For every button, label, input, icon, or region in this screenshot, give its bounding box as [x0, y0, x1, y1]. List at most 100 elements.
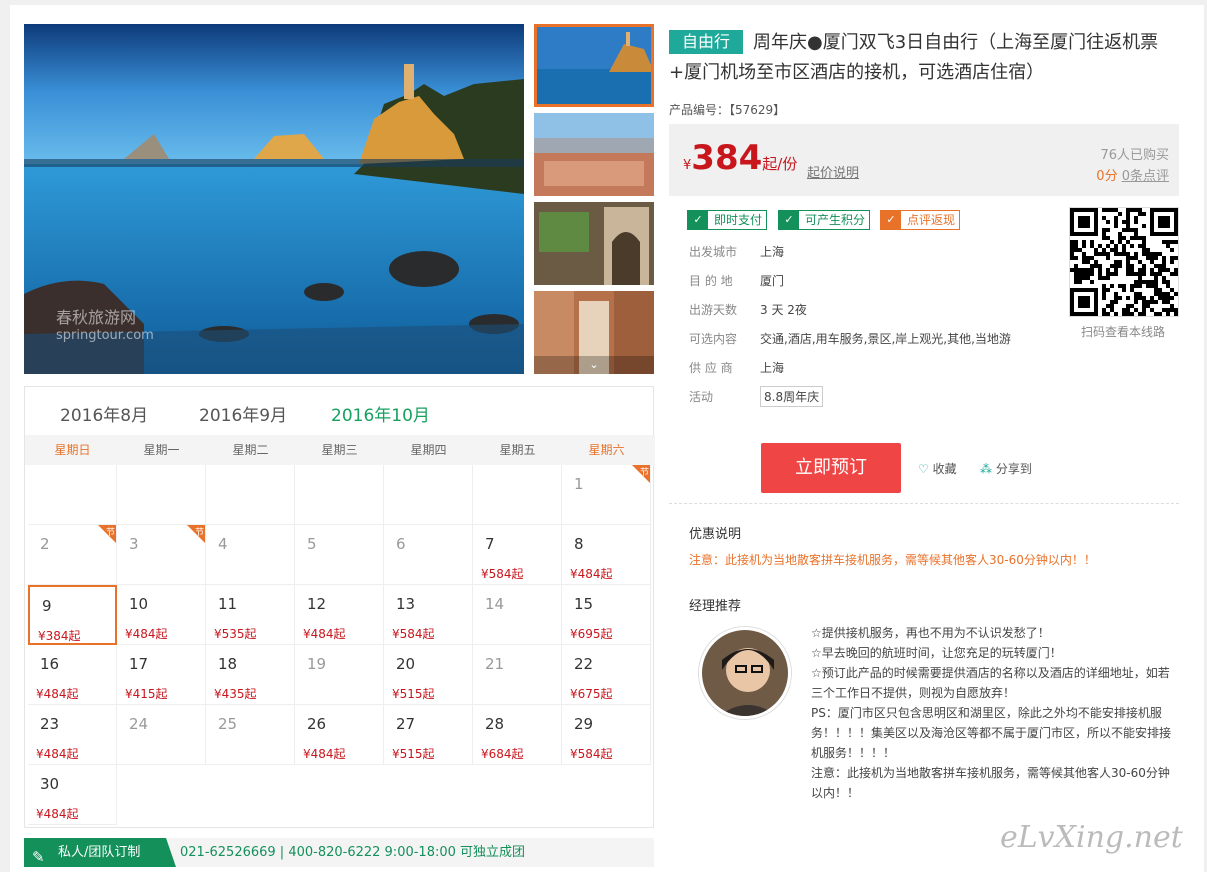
- calendar-day-7[interactable]: 7 ¥584起: [473, 525, 562, 585]
- manager-heading: 经理推荐: [689, 599, 742, 614]
- day-price: ¥384起: [38, 629, 81, 643]
- day-price: ¥484起: [570, 567, 613, 581]
- info-value-departure: 上海: [760, 245, 785, 259]
- price-note-link[interactable]: 起价说明: [807, 162, 859, 181]
- thumbnail-1[interactable]: [534, 24, 654, 107]
- holiday-tag: 节: [632, 465, 650, 483]
- manager-recommendation: ☆提供接机服务，再也不用为不认识发愁了！ ☆早去晚回的航班时间，让您充足的玩转厦…: [811, 623, 1176, 803]
- custom-tour-badge[interactable]: ✎ 私人/团队订制: [24, 838, 176, 867]
- calendar-day-18[interactable]: 18 ¥435起: [206, 645, 295, 705]
- calendar-grid: 1 节 2 节 3 节 4 5 6 7 ¥584起 8 ¥484起 9 ¥384起 10 ¥484起 11 ¥535…: [28, 465, 652, 825]
- share-button[interactable]: ⁂ 分享到: [980, 460, 1032, 477]
- day-number: 29: [574, 715, 594, 733]
- calendar-day-20[interactable]: 20 ¥515起: [384, 645, 473, 705]
- favorite-button[interactable]: ♡ 收藏: [918, 460, 957, 477]
- calendar-day-27[interactable]: 27 ¥515起: [384, 705, 473, 765]
- month-tab-sep[interactable]: 2016年9月: [199, 401, 287, 426]
- calendar-day-29[interactable]: 29 ¥584起: [562, 705, 651, 765]
- calendar-day-23[interactable]: 23 ¥484起: [28, 705, 117, 765]
- calendar-day-21: 21: [473, 645, 562, 705]
- rec-line: ☆预订此产品的时候需要提供酒店的名称以及酒店的详细地址，如若三个工作日不提供，则…: [811, 666, 1170, 700]
- weekday-tue: 星期二: [232, 443, 269, 457]
- day-price: ¥675起: [570, 687, 613, 701]
- qr-caption: 扫码查看本线路: [1081, 325, 1166, 339]
- day-price: ¥435起: [214, 687, 257, 701]
- day-number: 22: [574, 655, 594, 673]
- day-price: ¥484起: [36, 687, 79, 701]
- calendar-day-13[interactable]: 13 ¥584起: [384, 585, 473, 645]
- day-price: ¥584起: [392, 627, 435, 641]
- day-price: ¥484起: [303, 747, 346, 761]
- weekday-thu: 星期四: [410, 443, 447, 457]
- day-price: ¥584起: [570, 747, 613, 761]
- tools-icon: ✎: [32, 848, 45, 866]
- day-price: ¥515起: [392, 747, 435, 761]
- day-number: 6: [396, 535, 406, 553]
- day-number: 8: [574, 535, 584, 553]
- weekday-header: 星期日 星期一 星期二 星期三 星期四 星期五 星期六: [25, 435, 655, 465]
- calendar-day-22[interactable]: 22 ¥675起: [562, 645, 651, 705]
- activity-tag[interactable]: 8.8周年庆: [760, 386, 824, 407]
- badge-points: ✓ 可产生积分: [778, 210, 871, 230]
- price: ¥384起/份: [683, 138, 798, 178]
- day-number: 27: [396, 715, 416, 733]
- rec-line: ☆早去晚回的航班时间，让您充足的玩转厦门！: [811, 646, 1062, 660]
- calendar-day-11[interactable]: 11 ¥535起: [206, 585, 295, 645]
- info-label-supplier: 供 应 商: [689, 361, 733, 375]
- calendar-day-12[interactable]: 12 ¥484起: [295, 585, 384, 645]
- info-label-options: 可选内容: [689, 332, 738, 346]
- info-value-supplier: 上海: [760, 361, 785, 375]
- day-number: 14: [485, 595, 505, 613]
- price-box: ¥384起/份 起价说明 76人已购买 0分 0条点评: [669, 124, 1179, 196]
- thumbnail-3[interactable]: [534, 202, 654, 285]
- day-number: 1: [574, 475, 584, 493]
- main-photo[interactable]: 春秋旅游网 springtour.com: [24, 24, 524, 374]
- calendar-day-8[interactable]: 8 ¥484起: [562, 525, 651, 585]
- month-tab-oct[interactable]: 2016年10月: [331, 401, 430, 426]
- thumbnail-scroll-down-icon[interactable]: ⌄: [534, 356, 654, 374]
- calendar-day-26[interactable]: 26 ¥484起: [295, 705, 384, 765]
- info-value-options: 交通,酒店,用车服务,景区,岸上观光,其他,当地游: [760, 332, 1011, 346]
- info-value-destination: 厦门: [760, 274, 785, 288]
- weekday-sat: 星期六: [588, 443, 625, 457]
- info-label-destination: 目 的 地: [689, 274, 733, 288]
- day-number: 25: [218, 715, 238, 733]
- calendar-day-19: 19: [295, 645, 384, 705]
- thumbnail-2[interactable]: [534, 113, 654, 196]
- calendar-day-15[interactable]: 15 ¥695起: [562, 585, 651, 645]
- day-number: 26: [307, 715, 327, 733]
- info-label-days: 出游天数: [689, 303, 738, 317]
- calendar-day-2: 2节: [28, 525, 117, 585]
- day-price: ¥535起: [214, 627, 257, 641]
- calendar-cell: [117, 465, 206, 525]
- day-price: ¥484起: [36, 807, 79, 821]
- calendar-day-9[interactable]: 9 ¥384起: [28, 585, 117, 645]
- month-tab-aug[interactable]: 2016年8月: [60, 401, 148, 426]
- holiday-tag: 节: [187, 525, 205, 543]
- calendar-cell: [384, 465, 473, 525]
- calendar-day-10[interactable]: 10 ¥484起: [117, 585, 206, 645]
- day-number: 21: [485, 655, 505, 673]
- custom-tour-bar: ✎ 私人/团队订制 021-62526669 | 400-820-6222 9:…: [24, 838, 654, 867]
- weekday-wed: 星期三: [321, 443, 358, 457]
- reviews-link[interactable]: 0条点评: [1122, 169, 1169, 184]
- day-number: 9: [42, 597, 52, 615]
- calendar-day-30[interactable]: 30 ¥484起: [28, 765, 117, 825]
- holiday-tag: 节: [98, 525, 116, 543]
- weekday-sun: 星期日: [54, 443, 91, 457]
- info-value-days: 3 天 2夜: [760, 303, 807, 317]
- info-label-activity: 活动: [689, 390, 714, 404]
- day-number: 13: [396, 595, 416, 613]
- book-now-button[interactable]: 立即预订: [761, 443, 901, 493]
- day-number: 30: [40, 775, 60, 793]
- calendar-cell: [473, 465, 562, 525]
- weekday-mon: 星期一: [143, 443, 180, 457]
- day-number: 15: [574, 595, 594, 613]
- calendar-day-17[interactable]: 17 ¥415起: [117, 645, 206, 705]
- badge-instant-pay: ✓ 即时支付: [687, 210, 768, 230]
- calendar-day-16[interactable]: 16 ¥484起: [28, 645, 117, 705]
- calendar-cell: [28, 465, 117, 525]
- calendar-day-28[interactable]: 28 ¥684起: [473, 705, 562, 765]
- day-number: 24: [129, 715, 149, 733]
- day-price: ¥415起: [125, 687, 168, 701]
